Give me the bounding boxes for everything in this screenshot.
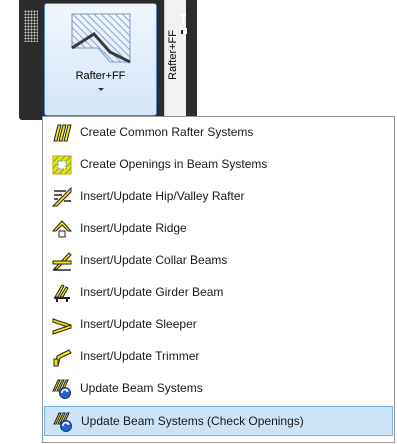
menu-item-update-beam-systems[interactable]: Update Beam Systems <box>44 374 393 404</box>
rafter-framing-icon <box>71 13 131 64</box>
menu-item-label: Create Openings in Beam Systems <box>80 157 268 171</box>
menu-item-create-common-rafter-systems[interactable]: Create Common Rafter Systems <box>44 118 393 148</box>
ribbon-panel: Rafter+FF Rafter+FF <box>19 0 197 120</box>
menu-item-insert-update-trimmer[interactable]: Insert/Update Trimmer <box>44 342 393 372</box>
dropdown-arrow-icon <box>98 88 104 91</box>
beam-openings-icon <box>52 155 72 175</box>
menu-item-insert-update-collar-beams[interactable]: Insert/Update Collar Beams <box>44 246 393 276</box>
rafter-ff-button-label: Rafter+FF <box>75 70 126 82</box>
menu-item-label: Insert/Update Ridge <box>80 221 187 235</box>
panel-grip-handle[interactable] <box>24 10 38 42</box>
menu-item-insert-update-sleeper[interactable]: Insert/Update Sleeper <box>44 310 393 340</box>
menu-item-label: Insert/Update Collar Beams <box>80 253 228 267</box>
menu-item-insert-update-girder-beam[interactable]: Insert/Update Girder Beam <box>44 278 393 308</box>
ridge-icon <box>52 220 72 238</box>
menu-item-insert-update-hip-valley-rafter[interactable]: Insert/Update Hip/Valley Rafter <box>44 182 393 212</box>
menu-item-label: Create Common Rafter Systems <box>80 125 254 139</box>
update-beam-systems-icon <box>52 379 71 399</box>
menu-item-label: Insert/Update Trimmer <box>80 349 200 363</box>
menu-item-label: Insert/Update Hip/Valley Rafter <box>80 189 245 203</box>
menu-item-label: Insert/Update Girder Beam <box>80 285 224 299</box>
sleeper-icon <box>52 318 72 335</box>
menu-item-label: Insert/Update Sleeper <box>80 317 197 331</box>
rafter-dropdown-menu: Create Common Rafter Systems Create Open… <box>42 116 395 443</box>
panel-pin-icon[interactable] <box>178 12 188 38</box>
common-rafter-systems-icon <box>53 124 72 142</box>
update-beam-systems-check-icon <box>53 412 72 432</box>
rafter-dropdown-screen: Rafter+FF Rafter+FF Create Common Rafter… <box>0 0 397 444</box>
hip-valley-rafter-icon <box>52 187 72 207</box>
menu-item-label: Update Beam Systems (Check Openings) <box>81 414 304 428</box>
menu-item-label: Update Beam Systems <box>80 381 203 395</box>
menu-item-insert-update-ridge[interactable]: Insert/Update Ridge <box>44 214 393 244</box>
girder-beam-icon <box>54 284 70 302</box>
trimmer-icon <box>53 349 72 367</box>
collar-beams-icon <box>52 252 72 271</box>
menu-item-create-openings-in-beam-systems[interactable]: Create Openings in Beam Systems <box>44 150 393 180</box>
menu-item-update-beam-systems-check-openings[interactable]: Update Beam Systems (Check Openings) <box>44 406 393 436</box>
rafter-ff-split-button[interactable]: Rafter+FF <box>44 3 157 116</box>
